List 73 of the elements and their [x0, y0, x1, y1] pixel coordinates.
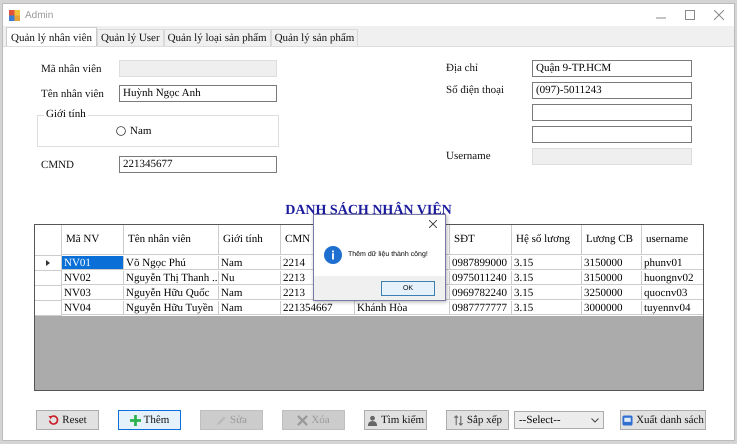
monitor-icon: [622, 414, 634, 426]
input-field[interactable]: Huỳnh Ngọc Anh: [119, 85, 277, 102]
table-cell[interactable]: 3150000: [582, 256, 642, 270]
refresh-icon: [48, 414, 60, 426]
table-cell[interactable]: 3000000: [582, 301, 642, 315]
field-label: Mã nhân viên: [41, 62, 102, 74]
column-header[interactable]: Mã NV: [66, 233, 100, 246]
list-title: DANH SÁCH NHÂN VIÊN: [284, 203, 453, 219]
radio-button[interactable]: Nam: [116, 125, 152, 137]
add-button[interactable]: Thêm: [118, 410, 181, 430]
table-cell[interactable]: quocnv03: [642, 286, 703, 300]
input-field[interactable]: (097)-5011243: [532, 82, 692, 98]
table-cell[interactable]: huongnv02: [642, 271, 703, 285]
table-cell[interactable]: Nguyễn Hữu Quốc: [124, 286, 219, 300]
table-cell[interactable]: 3.15: [512, 301, 582, 315]
table-cell[interactable]: 3150000: [582, 271, 642, 285]
table-cell[interactable]: 3.15: [512, 271, 582, 285]
input-field[interactable]: 221345677: [119, 156, 277, 173]
table-cell[interactable]: Nguyễn Hữu Tuyền: [124, 301, 219, 315]
search-button[interactable]: Tìm kiếm: [364, 410, 427, 430]
column-header[interactable]: Giới tính: [223, 233, 263, 246]
column-header[interactable]: username: [646, 233, 688, 246]
chevron-icon: [591, 418, 599, 422]
input-field[interactable]: [532, 126, 692, 142]
table-cell[interactable]: 3.15: [512, 256, 582, 270]
table-cell[interactable]: 0987899000: [450, 256, 512, 270]
tab[interactable]: Quản lý User: [96, 29, 164, 46]
sort-button[interactable]: Sắp xếp: [446, 410, 509, 430]
input-field[interactable]: Quận 9-TP.HCM: [532, 60, 692, 76]
sort-icon: [452, 414, 464, 426]
plus-icon: [130, 414, 141, 426]
field-label: Tên nhân viên: [41, 88, 105, 100]
maximize-icon[interactable]: [685, 10, 695, 20]
app-icon: [9, 10, 20, 20]
table-cell[interactable]: 3250000: [582, 286, 642, 300]
close-icon[interactable]: [429, 220, 437, 228]
table-cell[interactable]: 0975011240: [450, 271, 512, 285]
tab[interactable]: Quản lý sản phẩm: [270, 29, 358, 46]
column-header[interactable]: CMN: [285, 233, 310, 246]
group-label: Giới tính: [44, 108, 88, 120]
column-header[interactable]: Hệ số lương: [516, 233, 570, 246]
tab[interactable]: Quản lý nhân viên: [6, 27, 97, 46]
table-cell[interactable]: 0969782240: [450, 286, 512, 300]
table-cell[interactable]: Nam: [219, 301, 281, 315]
table-cell[interactable]: Nam: [219, 256, 281, 270]
table-cell[interactable]: Nguyễn Thị Thanh ...: [124, 271, 219, 285]
window-title: Admin: [25, 10, 54, 20]
export-button[interactable]: Xuất danh sách: [620, 410, 706, 430]
person-icon: [366, 414, 378, 426]
column-header[interactable]: Tên nhân viên: [128, 233, 191, 246]
column-header[interactable]: SĐT: [454, 233, 475, 246]
table-cell[interactable]: phunv01: [642, 256, 703, 270]
table-cell[interactable]: Nu: [219, 271, 281, 285]
input-field[interactable]: [532, 104, 692, 120]
reset-button[interactable]: Reset: [36, 410, 99, 430]
field-label: CMND: [41, 158, 76, 170]
table-cell[interactable]: Võ Ngọc Phú: [124, 256, 219, 270]
field-label: Username: [446, 150, 492, 162]
table-cell[interactable]: 3.15: [512, 286, 582, 300]
info-icon: [324, 246, 342, 264]
sort-dropdown[interactable]: --Select--: [514, 411, 604, 429]
table-cell[interactable]: Nam: [219, 286, 281, 300]
table-cell[interactable]: NV04: [62, 301, 124, 315]
table-cell[interactable]: NV03: [62, 286, 124, 300]
tab[interactable]: Quản lý loại sản phẩm: [164, 29, 271, 46]
column-header[interactable]: Lương CB: [586, 233, 633, 246]
table-cell[interactable]: NV01: [62, 256, 124, 270]
x-icon: [297, 414, 308, 426]
field-label: Địa chỉ: [446, 62, 480, 74]
table-cell[interactable]: 0987777777: [450, 301, 512, 315]
table-cell[interactable]: NV02: [62, 271, 124, 285]
field-label: Số điện thoại: [446, 84, 506, 96]
table-cell[interactable]: tuyennv04: [642, 301, 703, 315]
